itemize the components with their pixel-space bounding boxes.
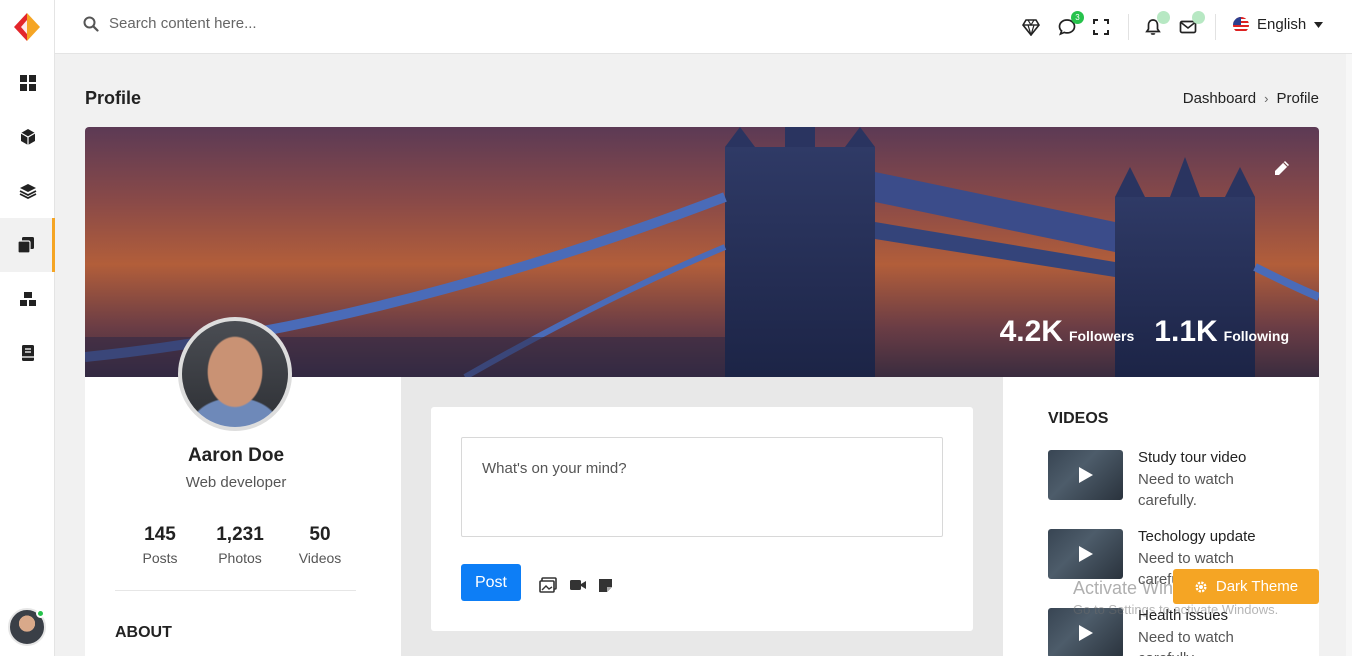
add-note-button[interactable]	[597, 577, 615, 593]
book-icon	[21, 345, 34, 361]
post-textarea[interactable]	[461, 437, 943, 537]
followers-stat[interactable]: 4.2K Followers	[1000, 315, 1135, 349]
user-avatar[interactable]	[8, 608, 46, 646]
copy-icon	[17, 237, 34, 254]
stat-videos[interactable]: 50 Videos	[280, 524, 360, 566]
page-scrollbar[interactable]	[1346, 54, 1352, 656]
header-divider-2	[1215, 14, 1216, 40]
sidebar	[0, 0, 55, 656]
grid-icon	[19, 75, 36, 91]
mail-dot	[1192, 11, 1205, 24]
chevron-right-icon: ›	[1264, 91, 1269, 106]
video-item[interactable]: Study tour video Need to watch carefully…	[1048, 449, 1308, 519]
app-logo[interactable]	[10, 10, 44, 44]
stat-value: 145	[144, 524, 176, 545]
about-heading: ABOUT	[115, 624, 172, 641]
top-header: 3 English	[55, 0, 1352, 54]
video-thumbnail[interactable]	[1048, 450, 1123, 500]
boxes-icon	[19, 292, 36, 306]
cube-icon	[20, 129, 35, 145]
following-label: Following	[1223, 328, 1289, 344]
image-icon	[539, 577, 557, 593]
video-camera-icon	[570, 580, 586, 590]
sidebar-item-layers[interactable]	[0, 164, 55, 218]
page-title: Profile	[85, 88, 142, 108]
fullscreen-icon	[1093, 19, 1109, 35]
following-stat[interactable]: 1.1K Following	[1154, 315, 1289, 349]
diamond-icon	[1022, 19, 1040, 36]
layers-icon	[19, 184, 36, 200]
caret-down-icon	[1314, 21, 1324, 28]
stat-label: Photos	[218, 550, 262, 566]
search-icon[interactable]	[83, 16, 99, 32]
following-count: 1.1K	[1154, 315, 1218, 348]
profile-stats: 145 Posts 1,231 Photos 50 Videos	[120, 524, 360, 566]
notifications-button[interactable]	[1142, 11, 1170, 38]
follow-stats: 4.2K Followers 1.1K Following	[1000, 315, 1289, 349]
video-title: Techology update	[1138, 528, 1256, 545]
profile-role: Web developer	[185, 474, 287, 491]
stat-value: 1,231	[216, 524, 264, 545]
gear-icon	[1195, 580, 1207, 593]
add-photo-button[interactable]	[539, 577, 557, 593]
breadcrumb: Dashboard › Profile	[1183, 90, 1319, 107]
online-status-dot	[36, 609, 45, 618]
language-label: English	[1257, 16, 1307, 33]
sidebar-item-products[interactable]	[0, 110, 55, 164]
profile-name: Aaron Doe	[187, 445, 285, 466]
video-subtitle: Need to watch carefully.	[1138, 471, 1234, 509]
stat-label: Posts	[142, 550, 178, 566]
breadcrumb-dashboard[interactable]: Dashboard	[1183, 90, 1256, 107]
windows-activation-text: Go to Settings to activate Windows.	[1073, 602, 1279, 617]
us-flag-icon	[1233, 16, 1249, 33]
add-video-button[interactable]	[569, 577, 587, 593]
breadcrumb-current: Profile	[1276, 90, 1319, 107]
pencil-icon	[1275, 161, 1289, 175]
video-thumbnail[interactable]	[1048, 529, 1123, 579]
notification-dot	[1157, 11, 1170, 24]
sidebar-item-docs[interactable]	[0, 326, 55, 380]
language-selector[interactable]: English	[1233, 16, 1324, 33]
fullscreen-button[interactable]	[1090, 16, 1112, 38]
edit-cover-button[interactable]	[1273, 159, 1291, 177]
chat-badge: 3	[1071, 11, 1084, 24]
diamond-button[interactable]	[1020, 16, 1042, 38]
sidebar-item-components[interactable]	[0, 272, 55, 326]
stat-photos[interactable]: 1,231 Photos	[200, 524, 280, 566]
chat-button[interactable]: 3	[1056, 11, 1084, 38]
stat-value: 50	[309, 524, 331, 545]
sticky-note-icon	[599, 579, 612, 592]
mail-button[interactable]	[1177, 11, 1205, 38]
followers-count: 4.2K	[999, 315, 1063, 348]
search-input[interactable]	[109, 15, 369, 32]
stat-label: Videos	[298, 550, 342, 566]
stat-posts[interactable]: 145 Posts	[120, 524, 200, 566]
post-button[interactable]: Post	[461, 564, 521, 601]
sidebar-item-pages[interactable]	[0, 218, 55, 272]
profile-avatar[interactable]	[178, 317, 292, 431]
videos-heading: VIDEOS	[1048, 410, 1109, 427]
profile-divider	[115, 590, 356, 591]
sidebar-item-dashboard[interactable]	[0, 56, 55, 110]
followers-label: Followers	[1068, 328, 1135, 344]
search-bar	[83, 15, 369, 32]
dark-theme-label: Dark Theme	[1215, 578, 1299, 595]
video-title: Study tour video	[1138, 449, 1247, 466]
video-subtitle: Need to watch carefully.	[1138, 629, 1234, 656]
dark-theme-button[interactable]: Dark Theme	[1173, 569, 1319, 604]
header-divider	[1128, 14, 1129, 40]
